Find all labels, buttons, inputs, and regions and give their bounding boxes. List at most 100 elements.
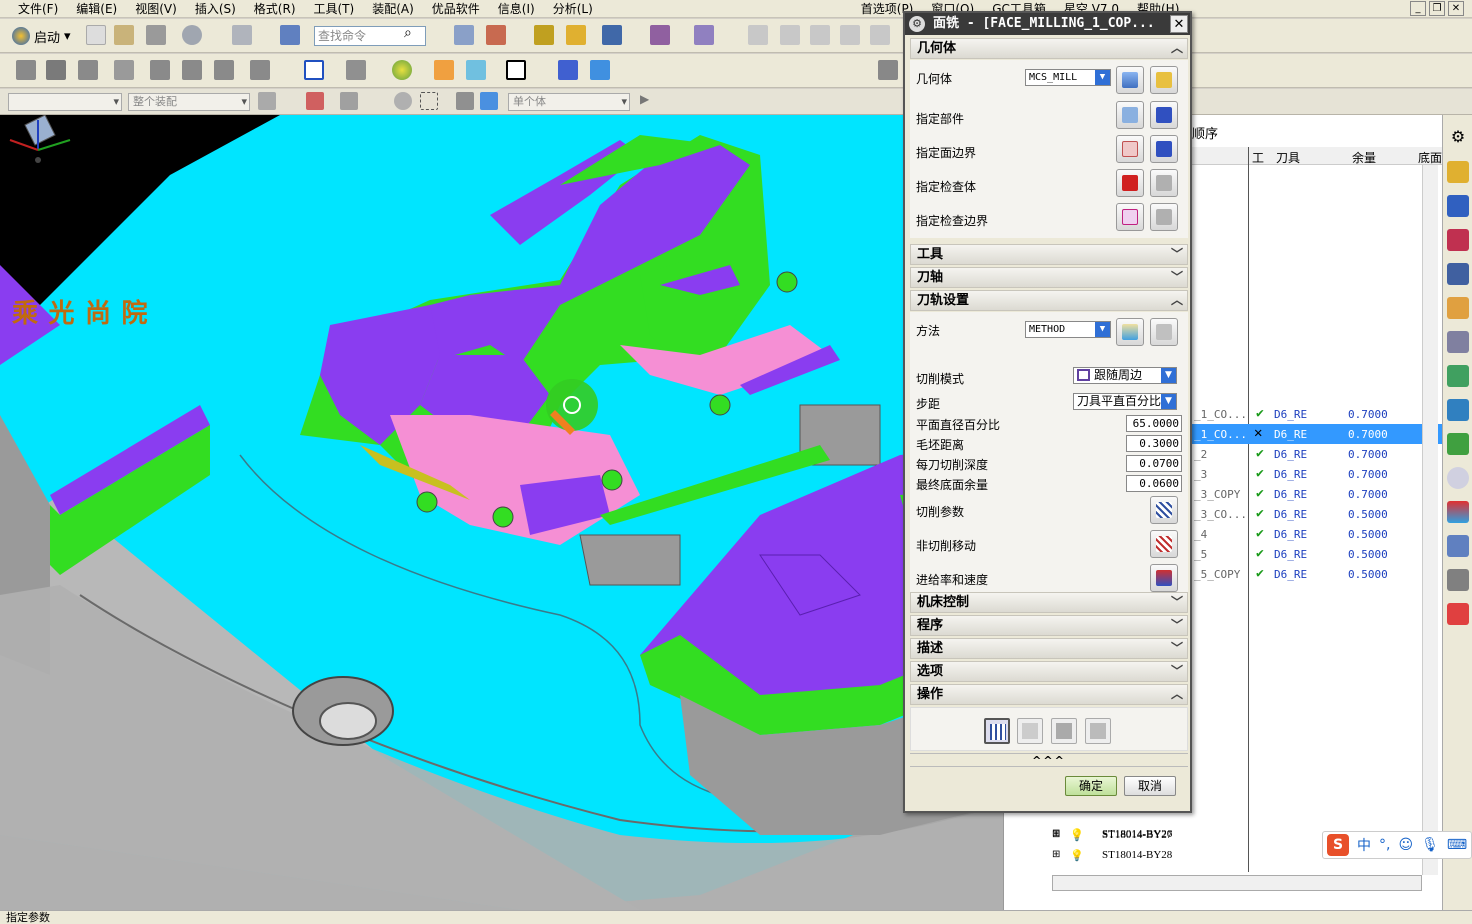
vertical-scrollbar[interactable] [1422,165,1438,875]
emoji-icon[interactable]: ☺ [1398,837,1413,853]
search-icon[interactable]: ⌕ [404,25,424,45]
flat-diameter-percent-input[interactable]: 65.0000 [1126,415,1182,432]
ok-button[interactable]: 确定 [1065,776,1117,796]
reuse-library-icon[interactable] [1447,297,1469,319]
display-face-boundary-button[interactable] [1150,135,1178,163]
generate-toolpath-button[interactable] [984,718,1010,744]
display-check-body-button[interactable] [1150,169,1178,197]
column-header-floor[interactable]: 底面 [1418,149,1442,166]
close-window-icon[interactable]: ✕ [1448,1,1464,16]
shape-icon[interactable] [840,25,860,45]
expand-icon[interactable]: ⊞ [1052,829,1060,840]
section-path-settings[interactable]: 刀轨设置 ︿ [910,290,1188,311]
point-on-curve-icon[interactable] [394,92,412,110]
part-nav-icon[interactable] [1447,229,1469,251]
section-geometry[interactable]: 几何体 ︿ [910,38,1188,59]
menu-youpin[interactable]: 优品软件 [423,0,489,17]
microphone-icon[interactable]: 🎙 [1421,837,1439,853]
csys-icon[interactable] [590,60,610,80]
sogou-s-icon[interactable]: S [1327,834,1349,856]
body-select-icon[interactable] [480,92,498,110]
measure-icon[interactable] [694,25,714,45]
collapse-toggle[interactable]: ^^^ [910,753,1188,767]
block-icon[interactable] [78,60,98,80]
keyboard-icon[interactable]: ⌨ [1447,837,1467,853]
assembly-nav-icon[interactable] [1447,161,1469,183]
method-select[interactable]: METHOD ▼ [1025,321,1111,338]
plane-icon[interactable] [114,60,134,80]
menu-analysis[interactable]: 分析(L) [544,0,602,17]
specify-check-boundary-button[interactable] [1116,203,1144,231]
replay-toolpath-button[interactable] [1017,718,1043,744]
body-rule-select[interactable]: 单个体 [508,93,630,111]
arc-icon[interactable] [780,25,800,45]
open-folder-icon[interactable] [114,25,134,45]
menu-info[interactable]: 信息(I) [489,0,544,17]
restore-icon[interactable]: ❐ [1429,1,1445,16]
save-icon[interactable] [146,25,166,45]
menu-tools[interactable]: 工具(T) [305,0,364,17]
face-select-icon[interactable] [456,92,474,110]
new-method-button[interactable] [1116,318,1144,346]
box-select-icon[interactable] [420,92,438,110]
geometry-select[interactable]: MCS_MILL ▼ [1025,69,1111,86]
pattern-icon[interactable] [250,60,270,80]
section-options[interactable]: 选项 ﹀ [910,661,1188,682]
cut-pattern-select[interactable]: 跟随周边 ▼ [1073,367,1177,384]
menu-file[interactable]: 文件(F) [0,0,67,17]
section-machine-control[interactable]: 机床控制 ﹀ [910,592,1188,613]
hd3d-icon[interactable] [1447,331,1469,353]
arrow-right-icon[interactable]: ▶ [640,92,654,110]
list-toolpath-button[interactable] [1085,718,1111,744]
selection-option-icon[interactable] [258,92,276,110]
section-tool-axis[interactable]: 刀轴 ﹀ [910,267,1188,288]
dialog-settings-icon[interactable]: ⚙ [909,16,925,32]
menu-edit[interactable]: 编辑(E) [67,0,126,17]
undo-icon[interactable] [182,25,202,45]
graphics-viewport[interactable]: 乘 光 尚 院 [0,115,1003,910]
operation-nav-icon[interactable] [1447,263,1469,285]
layer-icon[interactable] [454,25,474,45]
final-floor-stock-input[interactable]: 0.0600 [1126,475,1182,492]
feeds-speeds-button[interactable] [1150,564,1178,592]
settings-gear-icon[interactable]: ⚙ [1447,127,1469,149]
start-button[interactable]: 启动 ▾ [12,25,71,47]
zoom-fit-icon[interactable] [304,60,324,80]
type-filter-select[interactable] [8,93,122,111]
clock-icon[interactable] [1447,467,1469,489]
horizontal-scrollbar[interactable] [1052,875,1422,891]
render-icon[interactable] [878,60,898,80]
depth-per-cut-input[interactable]: 0.0700 [1126,455,1182,472]
display-check-boundary-button[interactable] [1150,203,1178,231]
web-browser-icon[interactable] [1447,365,1469,387]
cutting-parameters-button[interactable] [1150,496,1178,524]
ime-language[interactable]: 中 [1357,835,1371,855]
trim-icon[interactable] [870,25,890,45]
shaded-sphere-icon[interactable] [392,60,412,80]
constraint-nav-icon[interactable] [1447,195,1469,217]
expand-icon[interactable]: ⊞ [1052,849,1060,860]
display-part-button[interactable] [1150,101,1178,129]
menu-format[interactable]: 格式(R) [245,0,305,17]
copy-icon[interactable] [232,25,252,45]
menu-view[interactable]: 视图(V) [126,0,186,17]
reports-icon[interactable] [1447,603,1469,625]
column-header-tool[interactable]: 刀具 [1276,149,1300,166]
verify-toolpath-button[interactable] [1051,718,1077,744]
snap-point-icon[interactable] [306,92,324,110]
curve-rule-icon[interactable] [340,92,358,110]
grid-icon[interactable] [650,25,670,45]
pointer-icon[interactable] [602,25,622,45]
machine-tool-icon[interactable] [1447,569,1469,591]
display-mode-icon[interactable] [466,60,486,80]
edit-method-button[interactable] [1150,318,1178,346]
non-cutting-moves-button[interactable] [1150,530,1178,558]
column-header-stock[interactable]: 余量 [1352,149,1376,166]
spline-icon[interactable] [810,25,830,45]
snap-icon[interactable] [534,25,554,45]
blank-distance-input[interactable]: 0.3000 [1126,435,1182,452]
section-program[interactable]: 程序 ﹀ [910,615,1188,636]
section-tool[interactable]: 工具 ﹀ [910,244,1188,265]
sweep-icon[interactable] [214,60,234,80]
specify-face-boundary-button[interactable] [1116,135,1144,163]
